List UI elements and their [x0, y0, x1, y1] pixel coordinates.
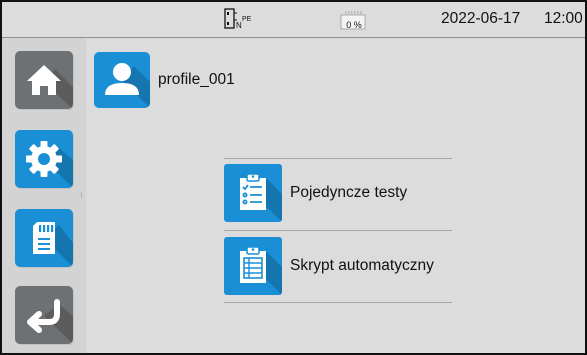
sd-card-icon [33, 222, 73, 267]
menu-label-auto-script: Skrypt automatyczny [290, 257, 434, 274]
home-icon [27, 65, 73, 109]
menu-item-single-tests[interactable]: Pojedyncze testy [224, 164, 452, 222]
sidebar [2, 38, 86, 353]
device-screen: N PE 0 % 2022-06-17 12:00 profile_001 Po… [0, 0, 587, 355]
profile-name: profile_001 [158, 71, 235, 88]
menu-divider [224, 230, 452, 231]
battery-percent: 0 % [346, 20, 362, 30]
memory-card-button[interactable] [15, 209, 73, 267]
status-date: 2022-06-17 [441, 10, 521, 27]
menu-divider [224, 302, 452, 303]
divider-tick [81, 192, 82, 198]
back-arrow-icon [27, 299, 73, 344]
settings-button[interactable] [15, 130, 73, 188]
connector-status-icon: N PE [224, 8, 264, 30]
back-button[interactable] [15, 286, 73, 344]
clipboard-checklist-icon [240, 173, 282, 222]
status-time: 12:00 [544, 10, 583, 27]
clipboard-script-icon [240, 246, 282, 295]
profile-button[interactable] [94, 52, 150, 108]
menu-item-auto-script[interactable]: Skrypt automatyczny [224, 237, 452, 295]
menu-label-single-tests: Pojedyncze testy [290, 184, 408, 201]
menu-divider [224, 158, 452, 159]
svg-text:PE: PE [242, 16, 252, 23]
home-button[interactable] [15, 51, 73, 109]
gear-icon [26, 141, 73, 188]
menu-icon-box [224, 237, 282, 295]
status-bar: N PE 0 % 2022-06-17 12:00 [2, 2, 585, 38]
menu-icon-box [224, 164, 282, 222]
user-icon [105, 63, 150, 108]
